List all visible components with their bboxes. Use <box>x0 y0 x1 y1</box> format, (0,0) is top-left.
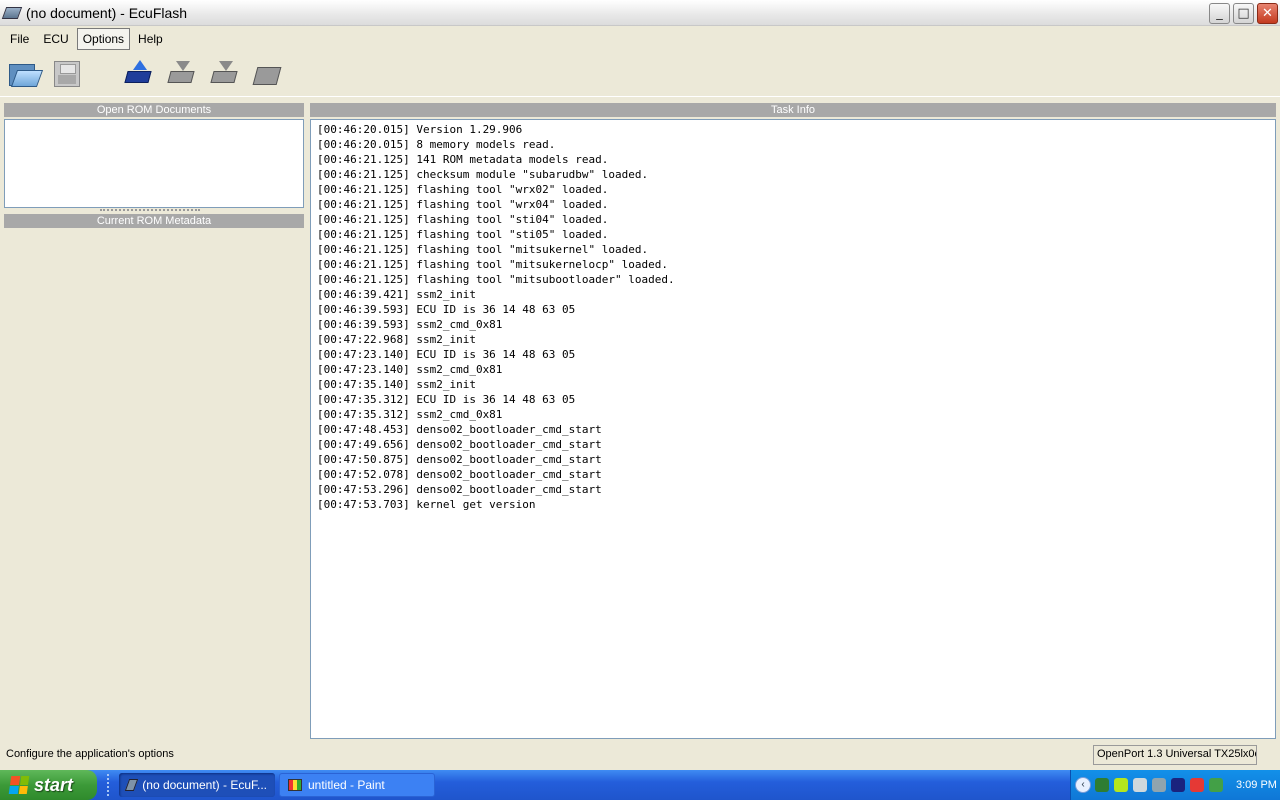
log-line: [00:46:20.015] Version 1.29.906 <box>317 123 523 136</box>
log-line: [00:46:21.125] flashing tool "sti05" loa… <box>317 228 609 241</box>
taskbar-item-label: untitled - Paint <box>308 778 385 792</box>
log-line: [00:46:21.125] flashing tool "sti04" loa… <box>317 213 609 226</box>
log-line: [00:47:53.703] kernel get version <box>317 498 536 511</box>
speaker-icon[interactable] <box>1152 778 1166 792</box>
taskbar-item-label: (no document) - EcuF... <box>142 778 267 792</box>
paint-icon <box>288 779 302 791</box>
test-write-icon <box>209 59 239 89</box>
log-line: [00:46:21.125] flashing tool "mitsukerne… <box>317 258 668 271</box>
log-line: [00:46:20.015] 8 memory models read. <box>317 138 556 151</box>
log-line: [00:46:21.125] flashing tool "mitsubootl… <box>317 273 675 286</box>
antivirus-icon[interactable] <box>1190 778 1204 792</box>
log-line: [00:47:23.140] ssm2_cmd_0x81 <box>317 363 503 376</box>
log-line: [00:47:35.312] ECU ID is 36 14 48 63 05 <box>317 393 576 406</box>
test-write-button[interactable] <box>206 56 242 92</box>
close-button[interactable]: ✕ <box>1257 3 1278 24</box>
write-rom-button[interactable] <box>163 56 199 92</box>
taskbar-item-paint[interactable]: untitled - Paint <box>279 773 435 797</box>
read-rom-button[interactable] <box>120 56 156 92</box>
usb-icon[interactable] <box>1171 778 1185 792</box>
menu-ecu[interactable]: ECU <box>37 28 74 50</box>
log-line: [00:47:22.968] ssm2_init <box>317 333 476 346</box>
log-line: [00:46:21.125] flashing tool "mitsukerne… <box>317 243 649 256</box>
maximize-button[interactable]: □ <box>1233 3 1254 24</box>
write-rom-icon <box>166 59 196 89</box>
log-line: [00:47:50.875] denso02_bootloader_cmd_st… <box>317 453 602 466</box>
open-folder-icon <box>9 62 39 86</box>
panel-splitter[interactable] <box>100 209 200 213</box>
log-line: [00:46:21.125] checksum module "subarudb… <box>317 168 649 181</box>
log-line: [00:46:21.125] flashing tool "wrx04" loa… <box>317 198 609 211</box>
title-bar: (no document) - EcuFlash _ □ ✕ <box>0 0 1280 26</box>
read-rom-icon <box>123 59 153 89</box>
log-line: [00:47:52.078] denso02_bootloader_cmd_st… <box>317 468 602 481</box>
ecuflash-app-icon <box>1 6 23 19</box>
save-disk-icon <box>54 61 80 87</box>
taskbar-grip[interactable] <box>107 774 113 796</box>
chip-icon <box>252 59 282 89</box>
log-line: [00:47:35.312] ssm2_cmd_0x81 <box>317 408 503 421</box>
tray-collapse-button[interactable]: ‹ <box>1075 777 1091 793</box>
task-info-log[interactable]: [00:46:20.015] Version 1.29.906 [00:46:20… <box>310 119 1276 739</box>
log-line: [00:47:53.296] denso02_bootloader_cmd_st… <box>317 483 602 496</box>
system-tray: ‹ 3:09 PM <box>1070 770 1280 800</box>
taskbar: start (no document) - EcuF... untitled -… <box>0 770 1280 800</box>
open-button[interactable] <box>6 56 42 92</box>
log-line: [00:47:48.453] denso02_bootloader_cmd_st… <box>317 423 602 436</box>
start-label: start <box>34 774 74 795</box>
wireless-icon[interactable] <box>1133 778 1147 792</box>
log-line: [00:46:39.421] ssm2_init <box>317 288 476 301</box>
chip-button[interactable] <box>249 56 285 92</box>
menu-bar: File ECU Options Help <box>0 27 1280 51</box>
log-line: [00:46:21.125] 141 ROM metadata models r… <box>317 153 609 166</box>
messenger-icon[interactable] <box>1209 778 1223 792</box>
menu-options[interactable]: Options <box>76 28 131 50</box>
network-icon[interactable] <box>1095 778 1109 792</box>
log-line: [00:47:49.656] denso02_bootloader_cmd_st… <box>317 438 602 451</box>
start-button[interactable]: start <box>0 770 97 800</box>
log-line: [00:47:35.140] ssm2_init <box>317 378 476 391</box>
log-line: [00:47:23.140] ECU ID is 36 14 48 63 05 <box>317 348 576 361</box>
update-icon[interactable] <box>1114 778 1128 792</box>
ecuflash-icon <box>124 779 139 791</box>
taskbar-item-ecuflash[interactable]: (no document) - EcuF... <box>119 773 275 797</box>
menu-file[interactable]: File <box>4 28 35 50</box>
task-info-header: Task Info <box>310 103 1276 117</box>
minimize-button[interactable]: _ <box>1209 3 1230 24</box>
save-button[interactable] <box>49 56 85 92</box>
menu-help[interactable]: Help <box>132 28 169 50</box>
open-rom-documents-list[interactable] <box>4 119 304 208</box>
windows-logo-icon <box>8 776 30 794</box>
toolbar <box>0 52 1280 97</box>
open-rom-documents-header: Open ROM Documents <box>4 103 304 117</box>
current-rom-metadata-header: Current ROM Metadata <box>4 214 304 228</box>
log-line: [00:46:39.593] ssm2_cmd_0x81 <box>317 318 503 331</box>
log-line: [00:46:39.593] ECU ID is 36 14 48 63 05 <box>317 303 576 316</box>
status-message: Configure the application's options <box>6 748 174 760</box>
status-device: OpenPort 1.3 Universal TX25lx0c <box>1093 745 1257 765</box>
clock: 3:09 PM <box>1236 779 1277 791</box>
window-title: (no document) - EcuFlash <box>26 4 188 21</box>
window-controls: _ □ ✕ <box>1209 3 1278 24</box>
log-line: [00:46:21.125] flashing tool "wrx02" loa… <box>317 183 609 196</box>
status-bar: Configure the application's options Open… <box>0 742 1280 768</box>
